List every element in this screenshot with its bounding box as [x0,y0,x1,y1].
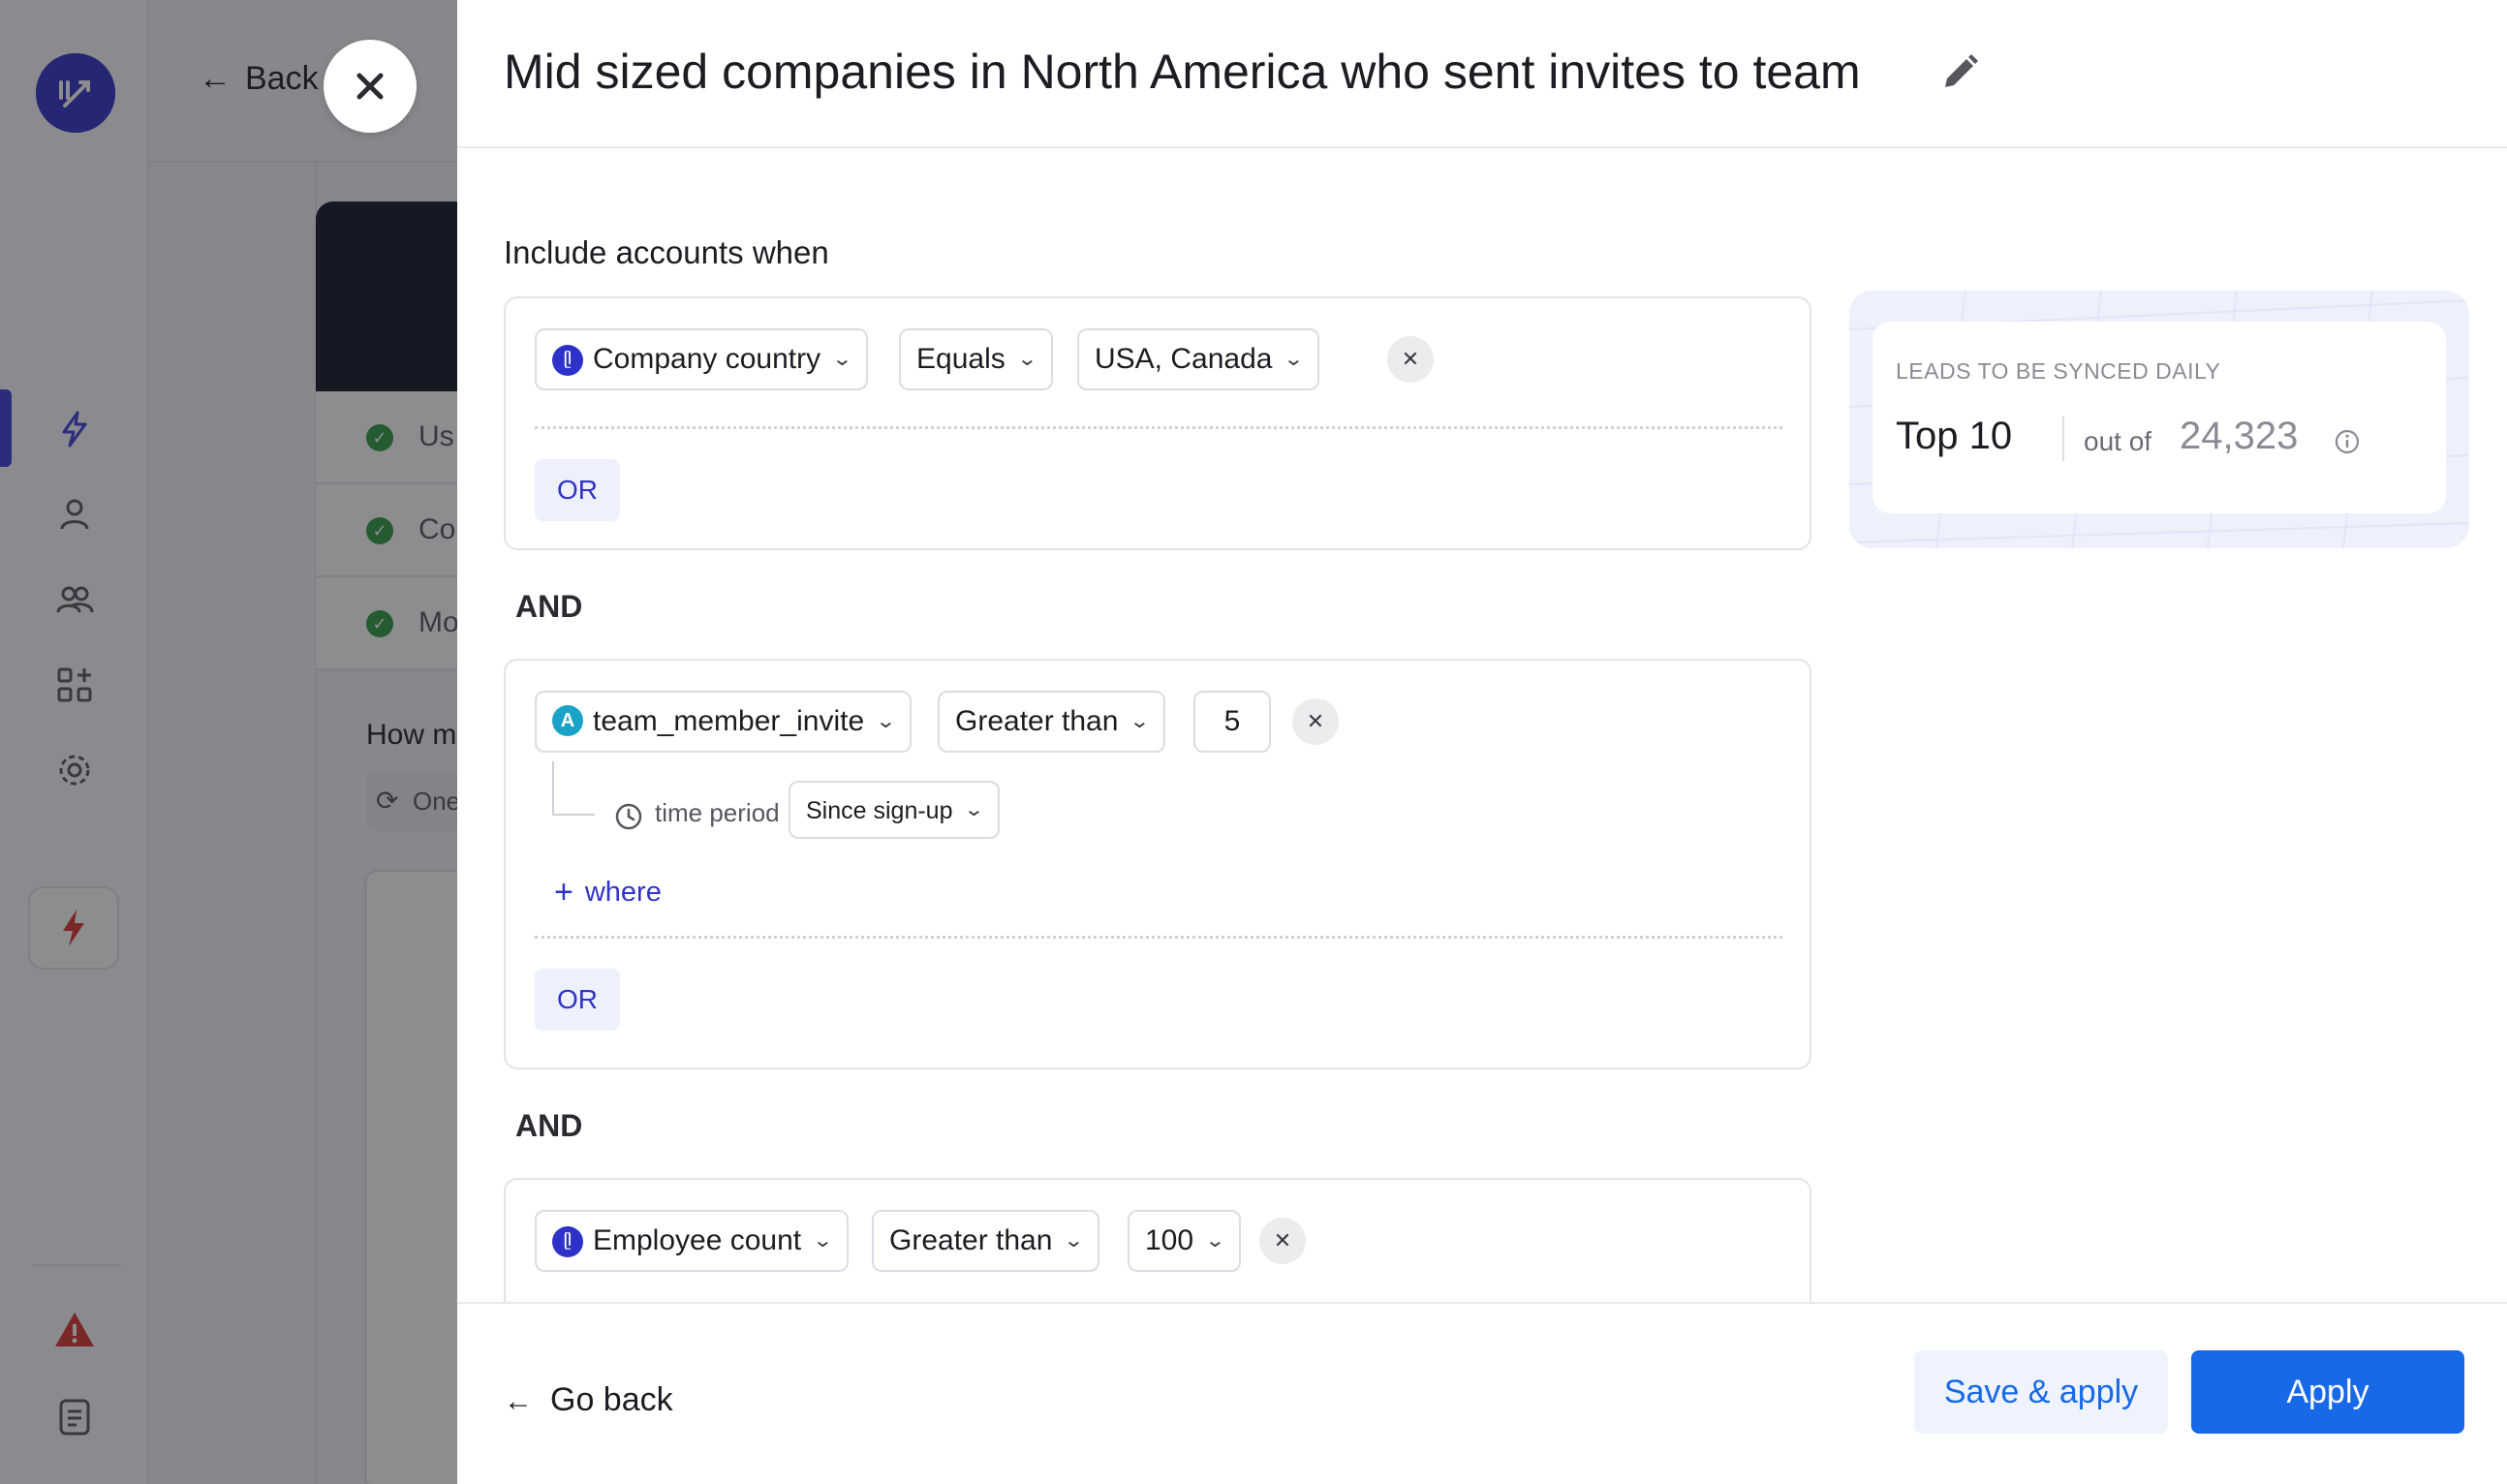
property-label: Employee count [593,1224,802,1256]
operator-label: Greater than [955,705,1119,737]
time-period-select[interactable]: Since sign-up ⌄ [789,781,1001,839]
close-icon: ✕ [1401,347,1420,371]
info-icon[interactable] [2334,428,2361,455]
include-label: Include accounts when [504,234,829,270]
operator-label: Equals [916,343,1006,375]
close-icon [356,73,384,100]
time-period-label: time period [655,798,780,827]
segment-title: Mid sized companies in North America who… [504,45,1861,99]
close-icon: ✕ [1273,1228,1292,1252]
operator-select[interactable]: Greater than ⌄ [938,691,1166,753]
clock-icon [615,803,642,830]
go-back-label: Go back [550,1381,673,1418]
or-button[interactable]: OR [535,459,620,521]
property-select[interactable]: ᥫ Employee count ⌄ [535,1210,849,1272]
close-icon: ✕ [1306,709,1325,733]
time-period-value: Since sign-up [806,797,953,824]
chevron-down-icon: ⌄ [812,1230,834,1252]
value-select[interactable]: 100 ⌄ [1128,1210,1241,1272]
operator-select[interactable]: Greater than ⌄ [872,1210,1100,1272]
value-label: 100 [1145,1224,1194,1256]
add-where-link[interactable]: + where [554,874,662,912]
leads-top-value: Top 10 [1896,415,2013,457]
drawer-header: Mid sized companies in North America who… [457,0,2507,148]
and-label: AND [515,589,583,624]
chevron-down-icon: ⌄ [1204,1230,1226,1252]
chevron-down-icon: ⌄ [875,711,897,732]
chevron-down-icon: ⌄ [1129,711,1151,732]
leads-out-of-label: out of [2084,426,2152,456]
property-label: Company country [593,343,821,375]
property-select[interactable]: ᥫ Company country ⌄ [535,328,868,390]
apply-button[interactable]: Apply [2191,1350,2464,1434]
amplitude-icon: A [552,705,583,736]
or-button[interactable]: OR [535,969,620,1031]
value-select[interactable]: USA, Canada ⌄ [1077,328,1320,390]
chevron-down-icon: ⌄ [831,349,853,370]
value-label: USA, Canada [1095,343,1273,375]
chevron-down-icon: ⌄ [963,799,985,820]
event-select[interactable]: Ateam_member_invite ⌄ [535,691,912,753]
value-input[interactable]: 5 [1193,691,1271,753]
group-divider [535,426,1782,429]
chevron-down-icon: ⌄ [1016,349,1038,370]
close-button[interactable] [324,40,417,133]
segment-drawer: Mid sized companies in North America who… [457,0,2507,1484]
plus-icon: + [554,874,573,911]
chevron-down-icon: ⌄ [1283,349,1305,370]
filter-group: Ateam_member_invite ⌄ Greater than ⌄ 5 ✕ t… [504,659,1811,1069]
remove-condition-button[interactable]: ✕ [1387,336,1434,383]
source-logo-icon: ᥫ [552,345,583,376]
leads-caption: LEADS TO BE SYNCED DAILY [1896,358,2221,384]
leads-summary: LEADS TO BE SYNCED DAILY Top 10 out of 2… [1873,322,2446,513]
operator-select[interactable]: Equals ⌄ [899,328,1053,390]
remove-condition-button[interactable]: ✕ [1259,1218,1306,1264]
chevron-down-icon: ⌄ [1063,1230,1085,1252]
remove-condition-button[interactable]: ✕ [1292,698,1339,745]
and-label: AND [515,1108,583,1143]
pencil-icon[interactable] [1937,50,1982,95]
where-label: where [584,877,662,908]
go-back-button[interactable]: ← Go back [504,1381,673,1419]
leads-summary-card: LEADS TO BE SYNCED DAILY Top 10 out of 2… [1849,291,2469,548]
drawer-footer: ← Go back Save & apply Apply [457,1302,2507,1484]
group-divider [535,936,1782,939]
tree-connector [552,761,595,816]
leads-total-count: 24,323 [2180,415,2299,457]
filter-group: ᥫ Company country ⌄ Equals ⌄ USA, Canada ⌄ ✕… [504,296,1811,550]
operator-label: Greater than [889,1224,1053,1256]
source-logo-icon: ᥫ [552,1226,583,1257]
event-label: team_member_invite [593,705,865,737]
arrow-left-icon: ← [504,1385,533,1417]
leads-separator [2062,417,2064,461]
value-label: 5 [1223,705,1241,737]
save-and-apply-button[interactable]: Save & apply [1914,1350,2168,1434]
